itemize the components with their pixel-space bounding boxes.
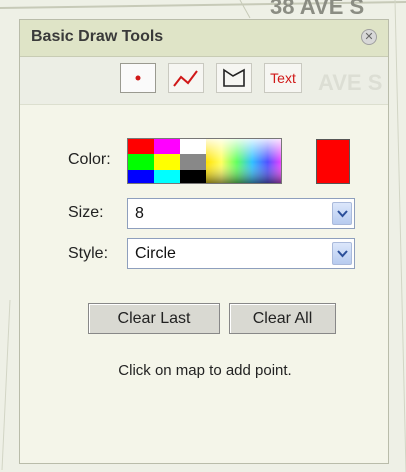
size-select[interactable]: 8	[127, 198, 355, 229]
panel-titlebar: Basic Draw Tools ✕	[20, 20, 388, 57]
size-label: Size:	[68, 204, 104, 221]
map-street-label-right: AVE S	[318, 70, 383, 95]
panel-title: Basic Draw Tools	[31, 28, 164, 45]
selected-color-swatch	[316, 139, 350, 184]
chevron-down-icon[interactable]	[332, 202, 352, 225]
style-label: Style:	[68, 245, 109, 262]
polygon-tool-button[interactable]	[216, 63, 252, 93]
text-tool-button[interactable]: Text	[264, 63, 302, 93]
color-palette[interactable]	[127, 138, 282, 184]
map-street-label-top: 38 AVE S	[270, 0, 365, 19]
chevron-down-icon[interactable]	[332, 242, 352, 265]
instruction-text: Click on map to add point.	[118, 362, 292, 379]
polygon-icon	[223, 68, 245, 87]
point-tool-button[interactable]	[120, 63, 156, 93]
polyline-icon	[173, 70, 198, 87]
color-label: Color:	[68, 151, 111, 168]
line-tool-button[interactable]	[168, 63, 204, 93]
close-icon[interactable]: ✕	[361, 29, 377, 45]
color-palette-grid	[128, 139, 281, 183]
style-select-value: Circle	[135, 245, 176, 262]
clear-all-button[interactable]: Clear All	[229, 303, 336, 334]
clear-last-button[interactable]: Clear Last	[88, 303, 220, 334]
size-select-value: 8	[135, 205, 144, 222]
point-icon	[135, 75, 141, 81]
style-select[interactable]: Circle	[127, 238, 355, 269]
